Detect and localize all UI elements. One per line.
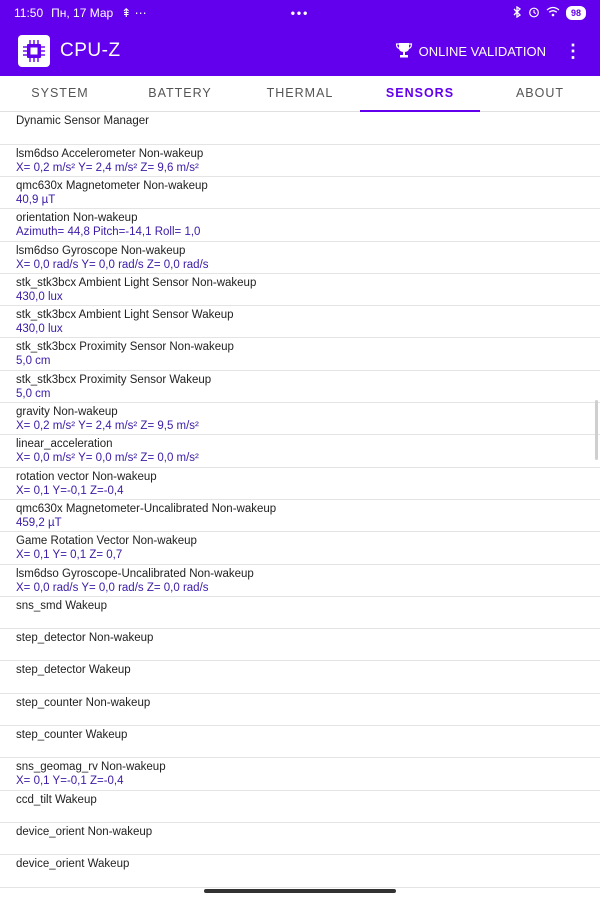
sensor-name: step_counter Wakeup	[16, 729, 128, 742]
sensor-value: X= 0,1 Y=-0,1 Z=-0,4	[16, 484, 124, 497]
sensor-value: X= 0,1 Y= 0,1 Z= 0,7	[16, 549, 123, 562]
sensor-name: device_orient Wakeup	[16, 858, 130, 871]
overflow-menu-icon[interactable]: ⋮	[564, 42, 582, 60]
battery-icon: 98	[565, 6, 586, 20]
sensor-name: gravity Non-wakeup	[16, 406, 118, 419]
sensor-row: stk_stk3bcx Ambient Light Sensor Non-wak…	[0, 274, 600, 307]
sensor-row: Dynamic Sensor Manager	[0, 112, 600, 145]
status-extra-icons: ⇞ ⋯	[121, 6, 147, 20]
gesture-nav-bar[interactable]	[204, 889, 396, 893]
tab-sensors[interactable]: SENSORS	[360, 76, 480, 112]
tab-thermal[interactable]: THERMAL	[240, 76, 360, 111]
tab-about[interactable]: ABOUT	[480, 76, 600, 111]
tab-system[interactable]: SYSTEM	[0, 76, 120, 111]
sensor-row: Game Rotation Vector Non-wakeup X= 0,1 Y=…	[0, 532, 600, 565]
sensor-name: step_detector Non-wakeup	[16, 632, 154, 645]
sensor-value: 430,0 lux	[16, 290, 63, 303]
sensor-row: qmc630x Magnetometer Non-wakeup 40,9 µT	[0, 177, 600, 210]
scrollbar[interactable]	[595, 400, 598, 460]
trophy-icon	[395, 41, 413, 62]
sensor-value: 5,0 cm	[16, 387, 51, 400]
sensor-row: lsm6dso Gyroscope Non-wakeup X= 0,0 rad/s…	[0, 242, 600, 274]
sensor-row: qmc630x Magnetometer-Uncalibrated Non-wa…	[0, 500, 600, 533]
sensor-row: stk_stk3bcx Proximity Sensor Non-wakeup 5…	[0, 338, 600, 371]
sensor-value: 459,2 µT	[16, 516, 62, 529]
sensor-row: device_orient Wakeup	[0, 855, 600, 888]
sensor-name: sns_geomag_rv Non-wakeup	[16, 761, 166, 774]
sensor-name: linear_acceleration	[16, 438, 113, 451]
sensor-name: Dynamic Sensor Manager	[16, 115, 149, 127]
bluetooth-icon	[512, 5, 522, 21]
sensor-row: linear_acceleration X= 0,0 m/s² Y= 0,0 m/…	[0, 435, 600, 468]
sensor-value: 430,0 lux	[16, 323, 63, 336]
sensor-row: lsm6dso Accelerometer Non-wakeup X= 0,2 m…	[0, 145, 600, 177]
sensor-row: step_counter Non-wakeup	[0, 694, 600, 727]
sensor-name: device_orient Non-wakeup	[16, 825, 153, 838]
sensor-name: orientation Non-wakeup	[16, 212, 138, 225]
sensor-value: X= 0,0 rad/s Y= 0,0 rad/s Z= 0,0 rad/s	[16, 581, 209, 594]
status-date: Пн, 17 Мар	[51, 6, 114, 20]
sensor-value: 40,9 µT	[16, 193, 56, 206]
online-validation-label: ONLINE VALIDATION	[418, 43, 546, 59]
sensor-row: sns_geomag_rv Non-wakeup X= 0,1 Y=-0,1 Z=…	[0, 758, 600, 791]
sensor-name: stk_stk3bcx Ambient Light Sensor Non-wak…	[16, 276, 257, 289]
sensor-list[interactable]: Dynamic Sensor Manager lsm6dso Accelerome…	[0, 112, 600, 888]
sensor-name: ccd_tilt Wakeup	[16, 793, 97, 806]
sensor-row: rotation vector Non-wakeup X= 0,1 Y=-0,1 …	[0, 468, 600, 500]
status-time: 11:50	[14, 6, 44, 20]
sensor-value: X= 0,2 m/s² Y= 2,4 m/s² Z= 9,5 m/s²	[16, 420, 199, 433]
sensor-name: lsm6dso Gyroscope Non-wakeup	[16, 244, 186, 257]
sensor-name: rotation vector Non-wakeup	[16, 470, 157, 483]
sensor-name: qmc630x Magnetometer-Uncalibrated Non-wa…	[16, 502, 277, 515]
sensor-name: qmc630x Magnetometer Non-wakeup	[16, 179, 208, 192]
sensor-value: X= 0,0 rad/s Y= 0,0 rad/s Z= 0,0 rad/s	[16, 258, 209, 271]
sensor-value: X= 0,2 m/s² Y= 2,4 m/s² Z= 9,6 m/s²	[16, 161, 199, 174]
alarm-icon	[528, 6, 540, 21]
sensor-name: lsm6dso Accelerometer Non-wakeup	[16, 147, 204, 160]
sensor-row: device_orient Non-wakeup	[0, 823, 600, 856]
sensor-value: X= 0,0 m/s² Y= 0,0 m/s² Z= 0,0 m/s²	[16, 452, 199, 465]
wifi-icon	[546, 6, 560, 20]
sensor-row: stk_stk3bcx Proximity Sensor Wakeup 5,0 c…	[0, 371, 600, 404]
sensor-name: sns_smd Wakeup	[16, 599, 107, 612]
online-validation-button[interactable]: ONLINE VALIDATION	[395, 41, 546, 62]
tab-battery[interactable]: BATTERY	[120, 76, 240, 111]
sensor-row: lsm6dso Gyroscope-Uncalibrated Non-wakeu…	[0, 565, 600, 597]
sensor-row: stk_stk3bcx Ambient Light Sensor Wakeup 4…	[0, 306, 600, 339]
sensor-name: stk_stk3bcx Proximity Sensor Non-wakeup	[16, 341, 234, 354]
app-bar: CPU-Z ONLINE VALIDATION ⋮	[0, 26, 600, 76]
sensor-value: Azimuth= 44,8 Pitch=-14,1 Roll= 1,0	[16, 226, 201, 239]
sensor-row: orientation Non-wakeup Azimuth= 44,8 Pitc…	[0, 209, 600, 242]
cpu-z-logo-icon	[18, 35, 50, 67]
sensor-row: sns_smd Wakeup	[0, 597, 600, 630]
sensor-row: gravity Non-wakeup X= 0,2 m/s² Y= 2,4 m/s…	[0, 403, 600, 436]
sensor-name: step_detector Wakeup	[16, 664, 131, 677]
sensor-name: lsm6dso Gyroscope-Uncalibrated Non-wakeu…	[16, 567, 254, 580]
sensor-name: step_counter Non-wakeup	[16, 696, 151, 709]
sensor-value: X= 0,1 Y=-0,1 Z=-0,4	[16, 775, 124, 788]
sensor-row: step_detector Wakeup	[0, 661, 600, 694]
sensor-name: stk_stk3bcx Ambient Light Sensor Wakeup	[16, 309, 234, 322]
tab-bar: SYSTEM BATTERY THERMAL SENSORS ABOUT	[0, 76, 600, 112]
sensor-row: step_counter Wakeup	[0, 726, 600, 759]
sensor-row: ccd_tilt Wakeup	[0, 791, 600, 823]
app-title: CPU-Z	[60, 40, 121, 61]
sensor-name: Game Rotation Vector Non-wakeup	[16, 535, 197, 548]
status-bar: 11:50 Пн, 17 Мар ⇞ ⋯ ••• 98	[0, 0, 600, 26]
status-dots: •••	[290, 6, 310, 20]
sensor-name: stk_stk3bcx Proximity Sensor Wakeup	[16, 373, 212, 386]
sensor-value: 5,0 cm	[16, 355, 51, 368]
sensor-row: step_detector Non-wakeup	[0, 629, 600, 662]
